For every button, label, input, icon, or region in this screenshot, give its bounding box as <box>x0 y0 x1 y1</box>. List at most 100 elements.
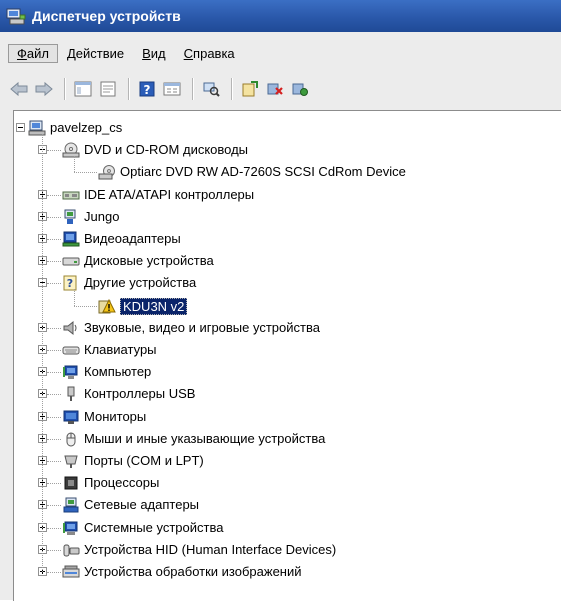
tree-category[interactable]: IDE ATA/ATAPI контроллеры <box>14 184 554 206</box>
tree-category[interactable]: Сетевые адаптеры <box>14 494 554 516</box>
menu-item-2[interactable]: Вид <box>133 44 175 63</box>
tree-connector <box>47 216 61 218</box>
disable-icon[interactable] <box>289 78 311 100</box>
port-icon <box>62 453 80 469</box>
menu-item-1[interactable]: Действие <box>58 44 133 63</box>
device-manager-window: Диспетчер устройств Файл Действие Вид Справ… <box>0 0 561 601</box>
menu-label: ид <box>150 45 166 61</box>
tree-connector <box>47 239 61 240</box>
monitor-icon <box>62 409 80 425</box>
tree-item-label: Устройства обработки изображений <box>84 564 302 579</box>
tree-item-label: Звуковые, видео и игровые устройства <box>84 319 320 335</box>
tree-connector <box>47 350 61 351</box>
menu-mnemonic: С <box>183 45 194 61</box>
device-tree[interactable]: pavelzep_cs DVD и CD-ROM дисководы Optiarc… <box>13 110 561 601</box>
network-adapter-icon <box>62 497 80 513</box>
tree-category[interactable]: Порты (COM и LPT) <box>14 450 554 472</box>
menu-item-3[interactable]: Справка <box>175 44 244 63</box>
cdrom-device-icon <box>98 164 116 180</box>
tree-device[interactable]: Optiarc DVD RW AD-7260S SCSI CdRom Devic… <box>14 161 554 183</box>
menu-mnemonic: Ф <box>17 45 27 61</box>
toolbar-separator <box>192 78 194 100</box>
tree-connector <box>47 327 61 329</box>
tree-item-label: Процессоры <box>84 475 160 491</box>
tree-category[interactable]: Мониторы <box>14 406 554 428</box>
tree-connector <box>47 483 61 485</box>
collapse-toggle[interactable] <box>16 123 25 132</box>
tree-item-label: Мыши и иные указывающие устройства <box>84 430 326 446</box>
tree-item-label: Другие устройства <box>84 275 197 291</box>
tree-category[interactable]: DVD и CD-ROM дисководы <box>14 139 554 161</box>
tree-connector <box>74 156 75 173</box>
unknown-device-warning-icon <box>98 298 116 314</box>
tree-connector <box>47 572 61 573</box>
menu-label: айл <box>26 45 49 61</box>
tree-connector <box>74 305 97 307</box>
other-devices-icon: ? <box>62 275 80 291</box>
menu-mnemonic: В <box>142 45 151 61</box>
menu-item-0[interactable]: Файл <box>8 43 58 63</box>
console-tree-icon[interactable] <box>72 78 94 100</box>
hid-icon <box>62 542 80 558</box>
tree-item-label: Мониторы <box>84 408 147 424</box>
tree-item-label: Контроллеры USB <box>84 386 196 402</box>
tree-item-label: Порты (COM и LPT) <box>84 453 204 468</box>
properties-icon[interactable] <box>97 78 119 100</box>
scan-hardware-icon[interactable] <box>200 78 222 100</box>
tree-category[interactable]: Звуковые, видео и игровые устройства <box>14 317 554 339</box>
title-bar[interactable]: Диспетчер устройств <box>0 0 561 32</box>
tree-connector <box>74 289 75 306</box>
tree-category[interactable]: Контроллеры USB <box>14 383 554 405</box>
back-icon[interactable] <box>8 78 30 100</box>
menu-bar: Файл Действие Вид Справка <box>8 40 561 66</box>
computer-root-icon <box>28 120 46 136</box>
tree-item-label: Устройства HID (Human Interface Devices) <box>84 541 337 557</box>
tree-category[interactable]: Системные устройства <box>14 517 554 539</box>
system-device-icon <box>62 520 80 536</box>
tree-category[interactable]: Клавиатуры <box>14 339 554 361</box>
tree-category[interactable]: Jungo <box>14 206 554 228</box>
tree-item-label: Клавиатуры <box>84 342 157 357</box>
jungo-icon <box>62 209 80 225</box>
tree-device-selected[interactable]: KDU3N v2 <box>14 295 554 317</box>
tree-connector <box>47 416 61 418</box>
device-manager-app-icon <box>6 7 26 25</box>
tree-connector <box>47 372 61 374</box>
tree-category[interactable]: Устройства HID (Human Interface Devices) <box>14 539 554 561</box>
svg-text:?: ? <box>144 83 151 97</box>
ide-controller-icon <box>62 187 80 203</box>
tree-category[interactable]: Дисковые устройства <box>14 250 554 272</box>
tree-root[interactable]: pavelzep_cs <box>14 117 554 139</box>
uninstall-icon[interactable] <box>264 78 286 100</box>
imaging-device-icon <box>62 564 80 580</box>
tree-category[interactable]: Видеоадаптеры <box>14 228 554 250</box>
menu-label: ействие <box>75 45 125 61</box>
processor-icon <box>62 475 80 491</box>
tree-connector <box>47 194 61 196</box>
tree-item-label: pavelzep_cs <box>50 120 123 135</box>
tree-category[interactable]: Мыши и иные указывающие устройства <box>14 428 554 450</box>
tree-connector <box>47 438 61 440</box>
computer-icon <box>62 364 80 380</box>
mouse-icon <box>62 431 80 447</box>
tree-item-label: Системные устройства <box>84 519 224 535</box>
tree-category[interactable]: Компьютер <box>14 361 554 383</box>
svg-text:?: ? <box>67 277 73 290</box>
toolbar-separator <box>64 78 66 100</box>
view-icon[interactable] <box>161 78 183 100</box>
tree-item-label: DVD и CD-ROM дисководы <box>84 142 249 158</box>
update-driver-icon[interactable] <box>239 78 261 100</box>
tree-connector <box>47 261 61 263</box>
forward-icon[interactable] <box>33 78 55 100</box>
tree-connector <box>47 505 61 507</box>
help-icon[interactable]: ? <box>136 78 158 100</box>
keyboard-icon <box>62 342 80 358</box>
tree-category[interactable]: ? Другие устройства <box>14 272 554 294</box>
tree-connector <box>47 461 61 462</box>
tree-category[interactable]: Устройства обработки изображений <box>14 561 554 583</box>
toolbar-separator <box>231 78 233 100</box>
tree-item-label: Jungo <box>84 208 120 224</box>
tree-category[interactable]: Процессоры <box>14 472 554 494</box>
tree-item-label: Видеоадаптеры <box>84 231 181 246</box>
sound-icon <box>62 320 80 336</box>
